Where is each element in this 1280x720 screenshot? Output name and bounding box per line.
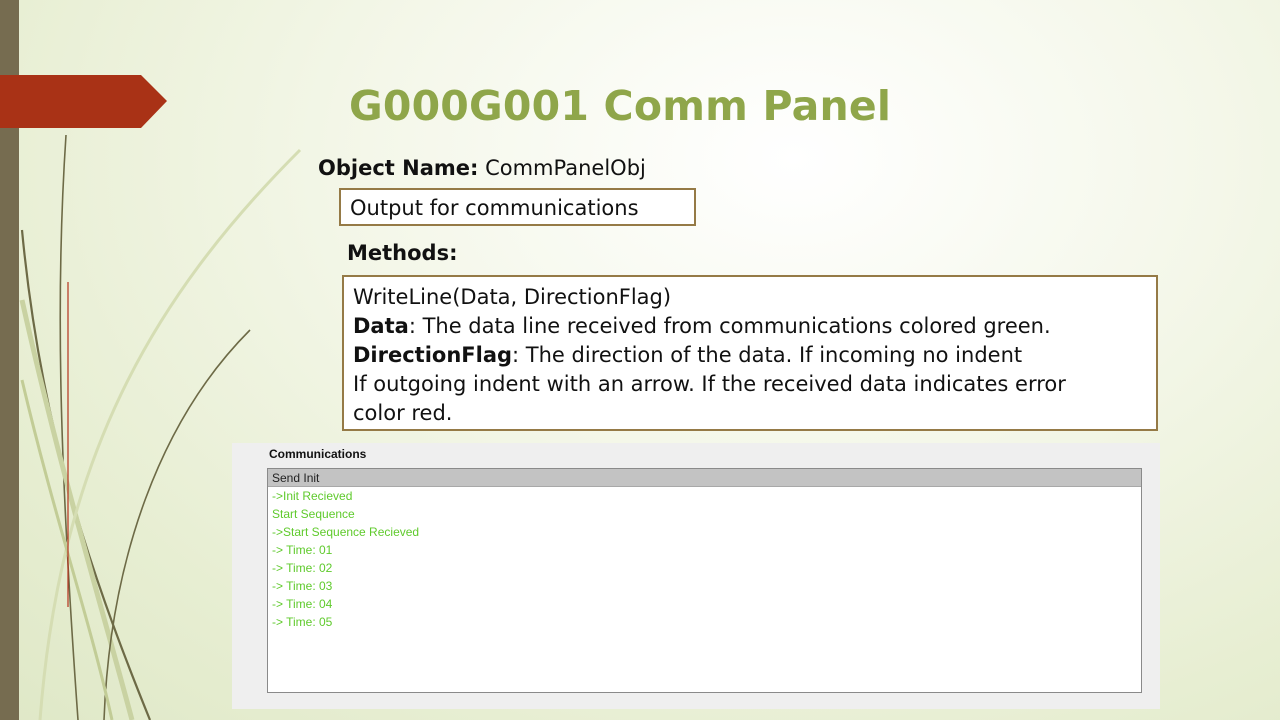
param-data-name: Data: [353, 314, 409, 338]
object-description-box: Output for communications: [339, 188, 696, 226]
object-name-value: CommPanelObj: [478, 156, 646, 180]
param-data-desc: : The data line received from communicat…: [408, 314, 1051, 338]
comm-line[interactable]: -> Time: 01: [268, 541, 1141, 559]
comm-line[interactable]: ->Start Sequence Recieved: [268, 523, 1141, 541]
communications-list[interactable]: Send Init ->Init Recieved Start Sequence…: [267, 468, 1142, 693]
param-flag-desc: : The direction of the data. If incoming…: [512, 343, 1023, 367]
communications-title: Communications: [269, 447, 367, 461]
object-name-label: Object Name:: [318, 156, 479, 180]
comm-line[interactable]: -> Time: 05: [268, 613, 1141, 631]
comm-line[interactable]: ->Init Recieved: [268, 487, 1141, 505]
flag-description-line3: color red.: [353, 401, 453, 425]
flag-description-line2: If outgoing indent with an arrow. If the…: [353, 372, 1066, 396]
comm-line[interactable]: -> Time: 02: [268, 559, 1141, 577]
param-direction-flag: DirectionFlag: The direction of the data…: [353, 341, 1148, 370]
slide-title: G000G001 Comm Panel: [349, 82, 892, 130]
comm-line[interactable]: Send Init: [268, 469, 1141, 487]
communications-panel: Communications Send Init ->Init Recieved…: [232, 443, 1160, 709]
method-signature: WriteLine(Data, DirectionFlag): [353, 285, 672, 309]
comm-line[interactable]: Start Sequence: [268, 505, 1141, 523]
comm-line[interactable]: -> Time: 04: [268, 595, 1141, 613]
title-arrow-shape: [0, 75, 167, 128]
comm-line[interactable]: -> Time: 03: [268, 577, 1141, 595]
object-name: Object Name: CommPanelObj: [318, 156, 646, 180]
param-flag-name: DirectionFlag: [353, 343, 513, 367]
methods-label: Methods:: [347, 241, 458, 265]
param-data: Data: The data line received from commun…: [353, 312, 1148, 341]
methods-box: WriteLine(Data, DirectionFlag) Data: The…: [342, 275, 1158, 431]
